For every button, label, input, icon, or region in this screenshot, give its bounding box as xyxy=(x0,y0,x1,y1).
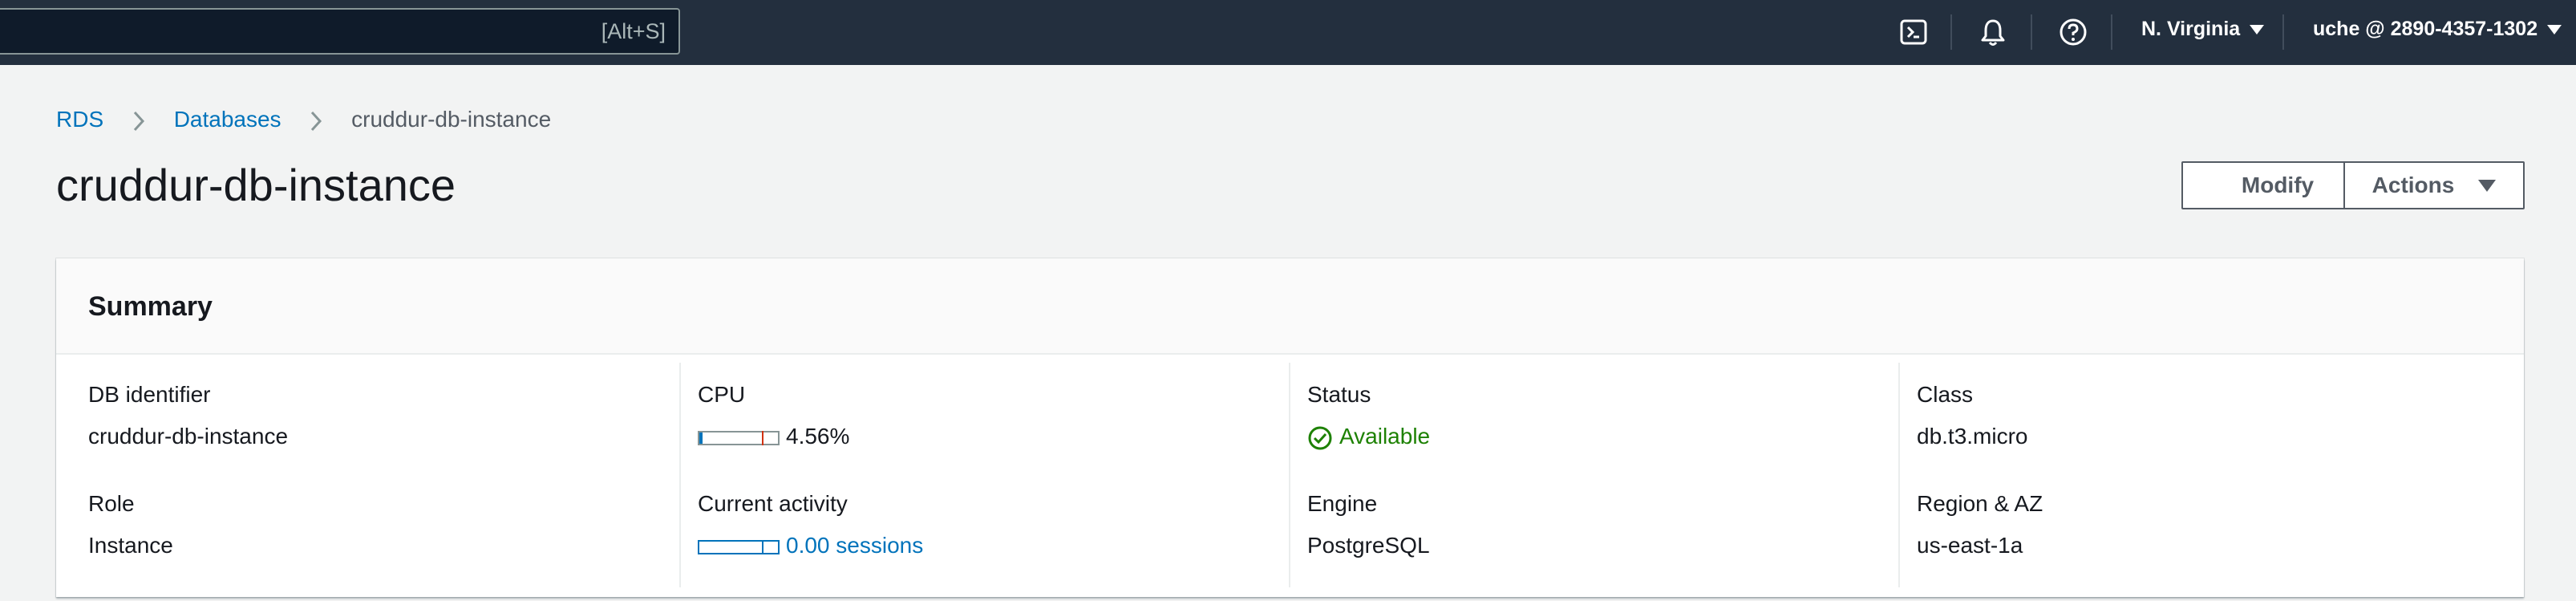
region-az-label: Region & AZ xyxy=(1917,491,2043,516)
breadcrumb-databases-link[interactable]: Databases xyxy=(174,107,281,132)
summary-header: Summary xyxy=(56,258,2524,355)
caret-down-icon xyxy=(2478,179,2497,192)
chevron-down-icon xyxy=(2547,25,2562,35)
page-title: cruddur-db-instance xyxy=(56,160,456,210)
actions-button[interactable]: Actions xyxy=(2343,161,2525,209)
engine-value: PostgreSQL xyxy=(1307,533,1430,558)
cpu-usage-fill xyxy=(699,432,703,444)
cpu-threshold-mark xyxy=(762,430,763,445)
region-az-value: us-east-1a xyxy=(1917,533,2023,558)
chevron-down-icon xyxy=(2250,25,2265,35)
activity-bar xyxy=(698,539,780,554)
class-label: Class xyxy=(1917,382,1974,407)
nav-divider xyxy=(2282,14,2284,50)
search-input[interactable]: [Alt+S] xyxy=(0,8,680,55)
search-shortcut-hint: [Alt+S] xyxy=(601,19,666,43)
check-circle-icon xyxy=(1308,426,1332,450)
cpu-metric: 4.56% xyxy=(698,424,849,449)
summary-title: Summary xyxy=(88,291,213,322)
nav-divider xyxy=(2031,14,2032,50)
breadcrumb-rds-link[interactable]: RDS xyxy=(56,107,103,132)
region-label: N. Virginia xyxy=(2141,18,2241,40)
status-text: Available xyxy=(1339,424,1431,449)
summary-panel: Summary DB identifier cruddur-db-instanc… xyxy=(56,258,2524,597)
region-selector[interactable]: N. Virginia xyxy=(2141,18,2265,41)
cpu-usage-bar xyxy=(698,430,780,445)
breadcrumb: RDS Databases cruddur-db-instance xyxy=(56,107,551,132)
role-value: Instance xyxy=(88,533,173,558)
summary-column-status: Status Available Engine PostgreSQL xyxy=(1275,355,1885,595)
summary-column-identifier: DB identifier cruddur-db-instance Role I… xyxy=(56,355,666,595)
status-label: Status xyxy=(1307,382,1371,407)
nav-divider xyxy=(2111,14,2112,50)
current-activity-value: 0.00 sessions xyxy=(786,533,924,558)
top-navigation-bar: [Alt+S] N. Virginia uche @ 2890-4357-130… xyxy=(0,0,2576,65)
db-identifier-label: DB identifier xyxy=(88,382,211,407)
summary-column-class: Class db.t3.micro Region & AZ us-east-1a xyxy=(1885,355,2494,595)
cpu-label: CPU xyxy=(698,382,746,407)
chevron-right-icon xyxy=(133,111,144,131)
account-label: uche @ 2890-4357-1302 xyxy=(2313,18,2538,40)
actions-button-label: Actions xyxy=(2371,173,2455,197)
current-activity-label: Current activity xyxy=(698,491,848,516)
summary-column-cpu: CPU 4.56% Current activity 0.00 sessions xyxy=(666,355,1275,595)
engine-label: Engine xyxy=(1307,491,1378,516)
account-menu[interactable]: uche @ 2890-4357-1302 xyxy=(2313,18,2562,41)
notifications-bell-icon[interactable] xyxy=(1977,16,2009,48)
modify-button-label: Modify xyxy=(2241,173,2315,197)
activity-mark xyxy=(762,539,763,554)
nav-divider xyxy=(1950,14,1952,50)
current-activity-link[interactable]: 0.00 sessions xyxy=(698,533,923,558)
cpu-value: 4.56% xyxy=(786,424,850,449)
help-icon[interactable] xyxy=(2057,16,2089,48)
cloudshell-icon[interactable] xyxy=(1898,16,1930,48)
db-identifier-value: cruddur-db-instance xyxy=(88,424,289,449)
status-value: Available xyxy=(1307,424,1430,451)
role-label: Role xyxy=(88,491,135,516)
chevron-right-icon xyxy=(311,111,322,131)
class-value: db.t3.micro xyxy=(1917,424,2028,449)
breadcrumb-current: cruddur-db-instance xyxy=(351,107,552,132)
